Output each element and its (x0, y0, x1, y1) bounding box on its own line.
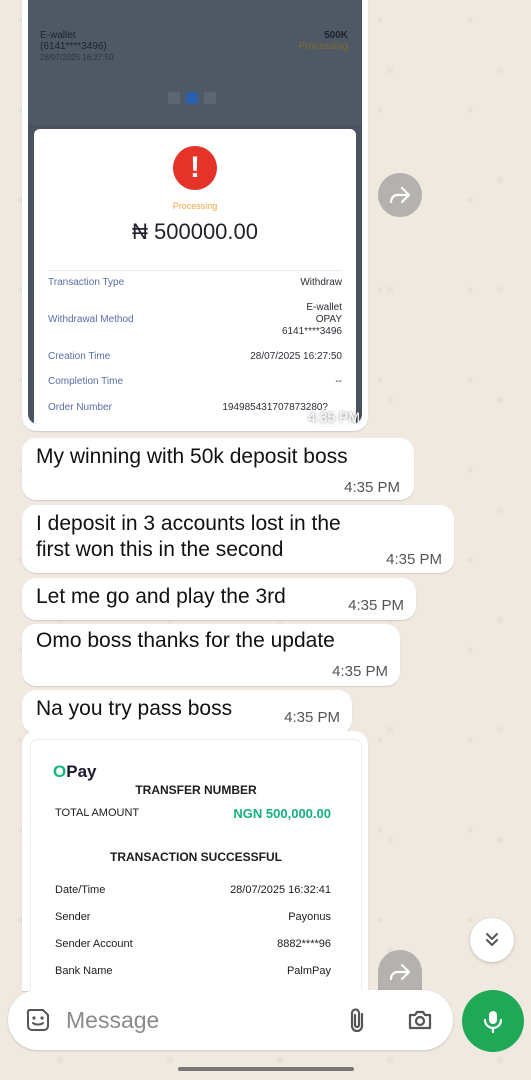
message-time: 4:35 PM (386, 551, 442, 568)
message-time: 4:35 PM (344, 479, 400, 496)
message-time: 4:35 PM (284, 709, 340, 726)
divider (48, 270, 342, 271)
ewallet-amount-block: 500K Processing (299, 30, 348, 52)
sticker-icon[interactable] (24, 1006, 52, 1034)
row-value-multiline: E-wallet OPAY 6141****3496 (282, 302, 342, 338)
message-bubble[interactable]: My winning with 50k deposit boss 4:35 PM (22, 438, 414, 500)
paperclip-icon[interactable] (344, 1006, 372, 1034)
pager (160, 89, 222, 107)
row-bank-name: Bank Name PalmPay (55, 965, 331, 977)
row-label: Order Number (48, 402, 112, 413)
forward-icon (389, 963, 411, 981)
message-input[interactable]: Message (66, 1007, 159, 1034)
double-chevron-down-icon (486, 933, 498, 946)
image-message-withdrawal[interactable]: E-wallet (6141****3496) 28/07/2025 16:27… (22, 0, 368, 431)
row-value: 28/07/2025 16:32:41 (230, 884, 331, 896)
row-value: Withdraw (300, 277, 342, 288)
message-bubble[interactable]: I deposit in 3 accounts lost in the firs… (22, 505, 454, 573)
message-text-line: first won this in the second (36, 538, 284, 561)
exclamation-icon: ! (173, 146, 217, 190)
opay-logo-text: Pay (66, 762, 97, 781)
row-label: Bank Name (55, 965, 113, 977)
opay-receipt-screenshot: OPay TRANSFER NUMBER TOTAL AMOUNT NGN 50… (30, 739, 362, 991)
row-value: PalmPay (286, 965, 331, 977)
ewallet-title: E-wallet (40, 30, 76, 41)
row-sender-account: Sender Account 8882****96 (55, 938, 331, 950)
opay-logo-o: O (53, 762, 67, 781)
row-order-number: Order Number 194985431707873280? (48, 402, 342, 413)
row-label: Completion Time (48, 376, 124, 387)
method-name: E-wallet (306, 302, 342, 313)
message-text: Na you try pass boss (36, 697, 233, 720)
pager-dot (168, 92, 180, 104)
message-text: My winning with 50k deposit boss (36, 445, 348, 468)
row-value: Payonus (288, 911, 331, 923)
row-label: Sender Account (55, 938, 133, 950)
home-indicator[interactable] (178, 1067, 354, 1071)
row-label: Withdrawal Method (48, 314, 134, 325)
message-text-line: I deposit in 3 accounts lost in the (36, 512, 341, 535)
ewallet-status: Processing (298, 41, 348, 52)
message-composer[interactable]: Message (8, 990, 453, 1050)
ewallet-date: 28/07/2025 16:27:50 (40, 53, 114, 62)
row-value: -- (335, 376, 342, 387)
message-bubble[interactable]: Na you try pass boss 4:35 PM (22, 690, 352, 734)
message-time: 4:35 PM (307, 409, 360, 425)
pager-dot (204, 92, 216, 104)
camera-icon[interactable] (406, 1006, 434, 1034)
row-label: Sender (55, 911, 91, 923)
row-value: 8882****96 (277, 938, 331, 950)
total-amount-value: NGN 500,000.00 (233, 806, 331, 821)
pager-dot-active (186, 92, 198, 104)
row-label: Transaction Type (48, 277, 125, 288)
opay-logo: OPay (53, 762, 96, 782)
ewallet-account: (6141****3496) (40, 41, 107, 52)
forward-button[interactable] (378, 950, 422, 990)
method-account: 6141****3496 (281, 326, 342, 337)
screenshot-header: E-wallet (6141****3496) 28/07/2025 16:27… (28, 0, 362, 125)
ewallet-info: E-wallet (6141****3496) 28/07/2025 16:27… (40, 30, 113, 63)
row-transaction-type: Transaction Type Withdraw (48, 277, 342, 288)
transaction-status: TRANSACTION SUCCESSFUL (109, 850, 282, 864)
row-completion-time: Completion Time -- (48, 376, 342, 387)
row-label: Creation Time (48, 351, 111, 362)
row-label: Date/Time (55, 884, 106, 896)
message-time: 4:35 PM (348, 597, 404, 614)
image-message-opay-receipt[interactable]: OPay TRANSFER NUMBER TOTAL AMOUNT NGN 50… (22, 731, 368, 991)
row-sender: Sender Payonus (55, 911, 331, 923)
message-text: Let me go and play the 3rd (36, 585, 286, 608)
microphone-icon (483, 1011, 503, 1034)
message-time: 4:35 PM (332, 663, 388, 680)
method-provider: OPAY (315, 314, 342, 325)
forward-icon (389, 186, 411, 204)
total-amount-label: TOTAL AMOUNT (55, 807, 140, 819)
row-creation-time: Creation Time 28/07/2025 16:27:50 (48, 351, 342, 362)
withdrawal-amount: ₦ 500000.00 (132, 219, 258, 244)
transfer-number-heading: TRANSFER NUMBER (135, 783, 257, 797)
message-text: Omo boss thanks for the update (36, 629, 335, 652)
row-value: 28/07/2025 16:27:50 (250, 351, 342, 362)
row-date-time: Date/Time 28/07/2025 16:32:41 (55, 884, 331, 896)
message-bubble[interactable]: Omo boss thanks for the update 4:35 PM (22, 624, 400, 686)
ewallet-amount: 500K (324, 30, 348, 41)
message-bubble[interactable]: Let me go and play the 3rd 4:35 PM (22, 578, 416, 620)
withdrawal-detail-card: ! Processing ₦ 500000.00 Transaction Typ… (34, 129, 356, 424)
withdrawal-status: Processing (172, 201, 218, 211)
row-withdrawal-method: Withdrawal Method E-wallet OPAY 6141****… (48, 302, 342, 337)
forward-button[interactable] (378, 173, 422, 217)
microphone-button[interactable] (462, 990, 524, 1052)
withdrawal-screenshot: E-wallet (6141****3496) 28/07/2025 16:27… (28, 0, 362, 424)
scroll-down-button[interactable] (470, 918, 514, 962)
